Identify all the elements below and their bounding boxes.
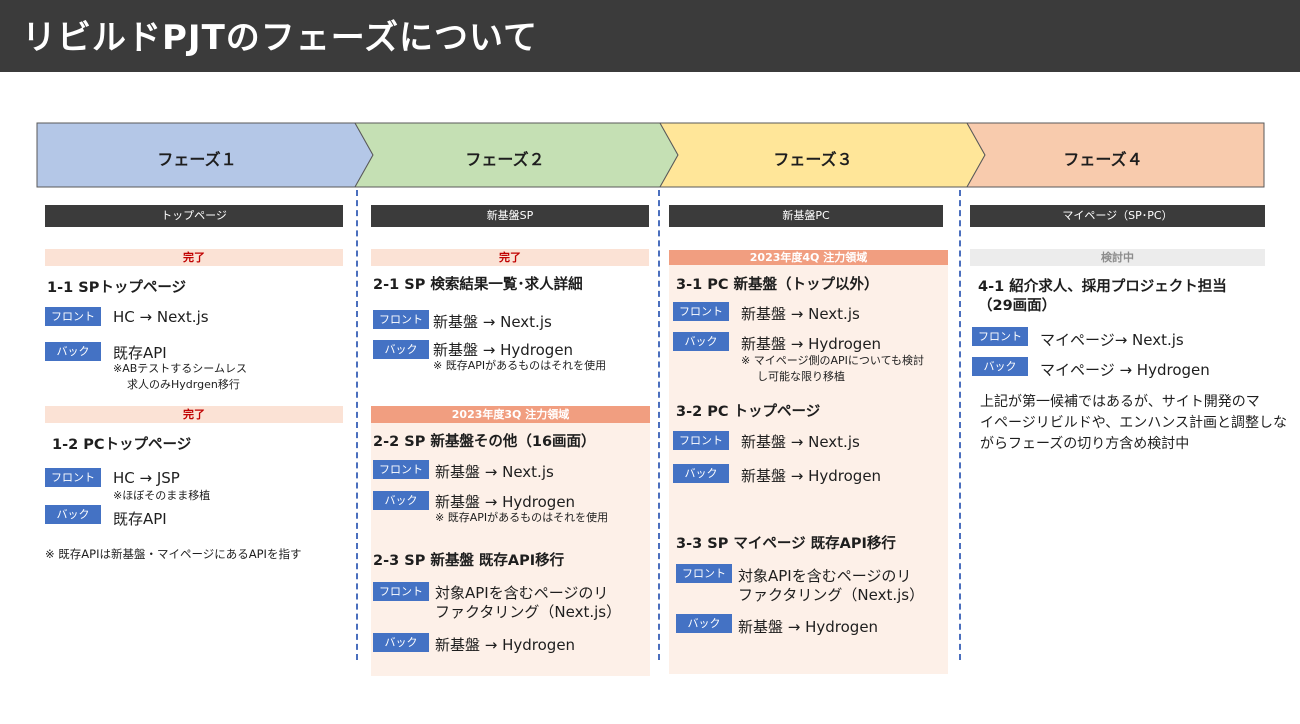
column-4-header: マイページ（SP･PC） bbox=[970, 205, 1265, 227]
section-heading-1-2: 1-2 PCトップページ bbox=[52, 437, 192, 453]
front-value: マイページ→ Next.js bbox=[1040, 331, 1184, 349]
status-badge: 完了 bbox=[45, 249, 343, 266]
back-tag: バック bbox=[373, 491, 429, 510]
front-tag: フロント bbox=[373, 460, 429, 479]
back-value: 新基盤 → Hydrogen bbox=[435, 493, 576, 511]
note: ※ABテストするシームレス bbox=[113, 362, 247, 375]
status-badge: 検討中 bbox=[970, 249, 1265, 266]
front-value: 対象APIを含むページのリ bbox=[738, 567, 912, 585]
back-tag: バック bbox=[676, 614, 732, 633]
phase-4-label: フェーズ４ bbox=[1063, 150, 1143, 169]
section-heading-1-1: 1-1 SPトップページ bbox=[47, 280, 187, 296]
back-value: 新基盤 → Hydrogen bbox=[435, 636, 576, 654]
back-value: 既存API bbox=[113, 344, 167, 362]
back-value: 既存API bbox=[113, 510, 167, 528]
front-value: 新基盤 → Next.js bbox=[741, 305, 860, 323]
front-tag: フロント bbox=[972, 327, 1028, 346]
review-paragraph-line: 上記が第一候補ではあるが、サイト開発のマ bbox=[980, 394, 1260, 410]
back-tag: バック bbox=[972, 357, 1028, 376]
section-heading-3-1: 3-1 PC 新基盤（トップ以外） bbox=[676, 277, 879, 293]
front-tag: フロント bbox=[673, 302, 729, 321]
section-heading-2-3: 2-3 SP 新基盤 既存API移行 bbox=[373, 553, 565, 569]
status-badge: 完了 bbox=[371, 249, 649, 266]
back-tag: バック bbox=[373, 633, 429, 652]
front-tag: フロント bbox=[45, 307, 101, 326]
status-badge: 完了 bbox=[45, 406, 343, 423]
column-divider bbox=[658, 190, 660, 660]
front-value: 新基盤 → Next.js bbox=[741, 433, 860, 451]
section-heading-4-1-cont: （29画面） bbox=[978, 298, 1057, 314]
footnote: ※ 既存APIは新基盤・マイページにあるAPIを指す bbox=[45, 547, 302, 561]
phase-1-label: フェーズ１ bbox=[157, 150, 237, 169]
column-2-header: 新基盤SP bbox=[371, 205, 649, 227]
review-paragraph-line: イページリビルドや、エンハンス計画と調整しな bbox=[980, 415, 1288, 431]
column-3-header: 新基盤PC bbox=[669, 205, 943, 227]
column-divider bbox=[959, 190, 961, 660]
note: 求人のみHydrgen移行 bbox=[127, 378, 240, 391]
focus-badge: 2023年度4Q 注力領域 bbox=[669, 250, 948, 265]
front-tag: フロント bbox=[373, 310, 429, 329]
section-heading-2-1: 2-1 SP 検索結果一覧･求人詳細 bbox=[373, 277, 583, 293]
back-value: 新基盤 → Hydrogen bbox=[741, 335, 882, 353]
front-value: 新基盤 → Next.js bbox=[435, 463, 554, 481]
note: し可能な限り移植 bbox=[757, 370, 845, 383]
note: ※ マイページ側のAPIについても検討 bbox=[741, 354, 925, 367]
front-value: HC → JSP bbox=[113, 469, 180, 487]
front-value: HC → Next.js bbox=[113, 308, 209, 326]
section-heading-3-3: 3-3 SP マイページ 既存API移行 bbox=[676, 536, 896, 552]
section-heading-3-2: 3-2 PC トップページ bbox=[676, 404, 821, 420]
back-tag: バック bbox=[673, 464, 729, 483]
note: ※ 既存APIがあるものはそれを使用 bbox=[435, 511, 609, 524]
back-value: 新基盤 → Hydrogen bbox=[741, 467, 882, 485]
focus-badge: 2023年度3Q 注力領域 bbox=[371, 406, 650, 423]
review-paragraph-line: がらフェーズの切り方含め検討中 bbox=[980, 436, 1190, 452]
note: ※ 既存APIがあるものはそれを使用 bbox=[433, 359, 607, 372]
note: ※ほぼそのまま移植 bbox=[113, 489, 211, 502]
back-value: マイページ → Hydrogen bbox=[1040, 361, 1210, 379]
front-tag: フロント bbox=[45, 468, 101, 487]
front-value-cont: ファクタリング（Next.js） bbox=[435, 603, 622, 621]
back-tag: バック bbox=[673, 332, 729, 351]
back-tag: バック bbox=[45, 505, 101, 524]
section-heading-4-1: 4-1 紹介求人、採用プロジェクト担当 bbox=[978, 279, 1227, 295]
front-value-cont: ファクタリング（Next.js） bbox=[738, 586, 925, 604]
section-heading-2-2: 2-2 SP 新基盤その他（16画面） bbox=[373, 434, 596, 450]
phase-2-label: フェーズ２ bbox=[465, 150, 545, 169]
phase-3-label: フェーズ３ bbox=[773, 150, 853, 169]
back-tag: バック bbox=[373, 340, 429, 359]
back-value: 新基盤 → Hydrogen bbox=[433, 341, 574, 359]
front-tag: フロント bbox=[373, 582, 429, 601]
back-tag: バック bbox=[45, 342, 101, 361]
front-tag: フロント bbox=[676, 564, 732, 583]
front-value: 新基盤 → Next.js bbox=[433, 313, 552, 331]
front-value: 対象APIを含むページのリ bbox=[435, 584, 609, 602]
back-value: 新基盤 → Hydrogen bbox=[738, 618, 879, 636]
front-tag: フロント bbox=[673, 431, 729, 450]
column-divider bbox=[356, 190, 358, 660]
column-1-header: トップページ bbox=[45, 205, 343, 227]
